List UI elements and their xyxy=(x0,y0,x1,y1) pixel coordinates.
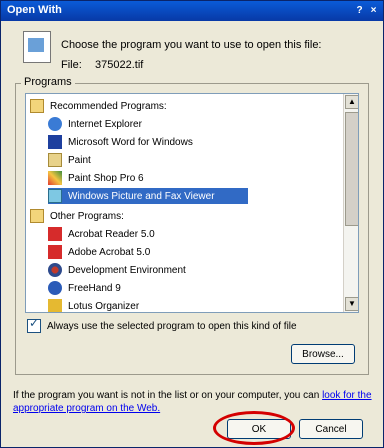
list-item-freehand[interactable]: FreeHand 9 xyxy=(48,280,121,296)
list-item-paint[interactable]: Paint xyxy=(48,152,91,168)
list-item-word[interactable]: Microsoft Word for Windows xyxy=(48,134,193,150)
window-title: Open With xyxy=(7,4,62,16)
list-item-label: Acrobat Reader 5.0 xyxy=(68,228,155,240)
list-item-label: Lotus Organizer xyxy=(68,300,140,312)
picture-viewer-icon xyxy=(48,189,62,203)
folder-icon xyxy=(30,99,44,113)
title-bar[interactable]: Open With ? × xyxy=(1,1,383,21)
programs-list[interactable]: Recommended Programs: Internet Explorer … xyxy=(25,93,359,313)
acrobat-reader-icon xyxy=(48,227,62,241)
list-item-label: Other Programs: xyxy=(50,210,124,222)
list-item-recommended-header[interactable]: Recommended Programs: xyxy=(30,98,167,114)
always-use-checkbox[interactable] xyxy=(27,316,41,333)
list-item-label: Adobe Acrobat 5.0 xyxy=(68,246,151,258)
ok-button[interactable]: OK xyxy=(227,419,291,439)
folder-icon xyxy=(30,209,44,223)
list-item-internet-explorer[interactable]: Internet Explorer xyxy=(48,116,142,132)
scroll-down-icon[interactable]: ▼ xyxy=(345,297,358,311)
adobe-acrobat-icon xyxy=(48,245,62,259)
list-item-label: Paint Shop Pro 6 xyxy=(68,172,144,184)
scroll-thumb[interactable] xyxy=(345,112,358,226)
list-item-label: Internet Explorer xyxy=(68,118,142,130)
word-icon xyxy=(48,135,62,149)
list-item-label: FreeHand 9 xyxy=(68,282,121,294)
scroll-up-icon[interactable]: ▲ xyxy=(345,95,358,109)
list-item-label: Recommended Programs: xyxy=(50,100,167,112)
file-name: 375022.tif xyxy=(95,59,144,71)
list-item-label: Windows Picture and Fax Viewer xyxy=(68,190,215,202)
open-with-dialog: Open With ? × Choose the program you wan… xyxy=(0,0,384,448)
file-type-icon xyxy=(23,31,51,63)
list-item-acrobat-reader[interactable]: Acrobat Reader 5.0 xyxy=(48,226,155,242)
hint-text: If the program you want is not in the li… xyxy=(13,389,373,415)
hint-message: If the program you want is not in the li… xyxy=(13,390,323,401)
list-item-adobe-acrobat[interactable]: Adobe Acrobat 5.0 xyxy=(48,244,150,260)
list-item-label: Development Environment xyxy=(68,264,186,276)
paint-icon xyxy=(48,153,62,167)
file-label: File: xyxy=(61,59,82,71)
always-use-option[interactable]: Always use the selected program to open … xyxy=(27,316,297,333)
internet-explorer-icon xyxy=(48,117,62,131)
list-item-development-environment[interactable]: Development Environment xyxy=(48,262,186,278)
always-use-label: Always use the selected program to open … xyxy=(47,320,297,332)
list-item-lotus-organizer[interactable]: Lotus Organizer xyxy=(48,298,140,312)
list-item-label: Paint xyxy=(68,154,91,166)
development-environment-icon xyxy=(48,263,62,277)
list-item-paint-shop-pro[interactable]: Paint Shop Pro 6 xyxy=(48,170,144,186)
programs-group-title: Programs xyxy=(21,76,75,88)
lotus-organizer-icon xyxy=(48,299,62,312)
intro-text: Choose the program you want to use to op… xyxy=(61,39,322,51)
help-button[interactable]: ? xyxy=(353,4,366,17)
list-scrollbar[interactable]: ▲ ▼ xyxy=(343,94,358,312)
close-button[interactable]: × xyxy=(367,4,380,17)
list-item-label: Microsoft Word for Windows xyxy=(68,136,193,148)
freehand-icon xyxy=(48,281,62,295)
list-item-picture-fax-viewer[interactable]: Windows Picture and Fax Viewer xyxy=(48,188,248,204)
cancel-button[interactable]: Cancel xyxy=(299,419,363,439)
browse-button[interactable]: Browse... xyxy=(291,344,355,364)
paint-shop-pro-icon xyxy=(48,171,62,185)
list-item-other-header[interactable]: Other Programs: xyxy=(30,208,124,224)
